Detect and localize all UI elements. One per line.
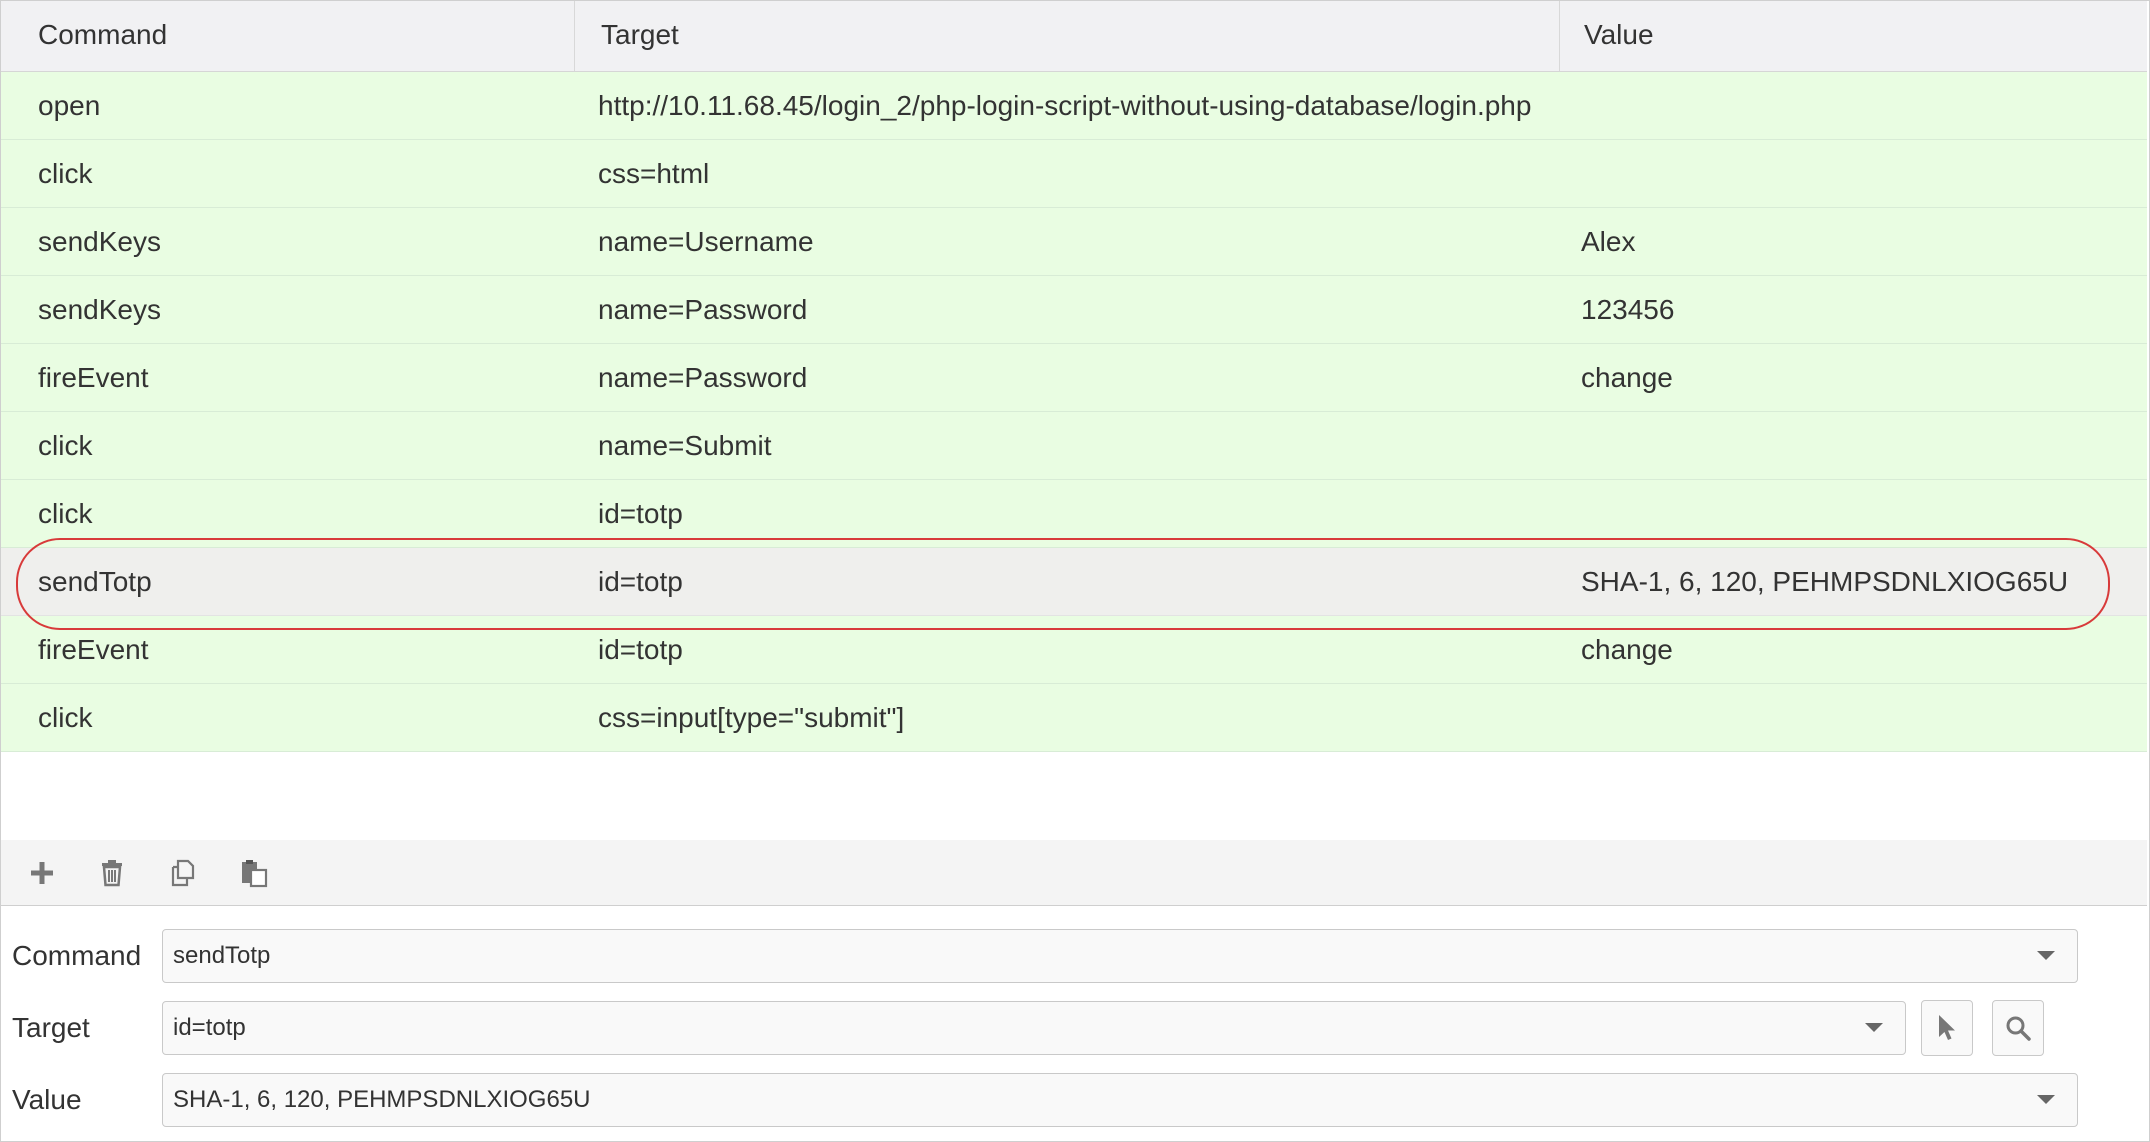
- cell-target: css=html: [598, 158, 710, 189]
- cell-command: sendKeys: [38, 226, 161, 257]
- cell-target: id=totp: [598, 566, 683, 597]
- cell-target: id=totp: [598, 498, 683, 529]
- command-toolbar: [1, 840, 2147, 906]
- command-table-body: open http://10.11.68.45/login_2/php-logi…: [1, 72, 2147, 752]
- cell-value: [1581, 72, 2141, 139]
- cell-command: fireEvent: [38, 362, 149, 393]
- target-field-label: Target: [12, 1012, 90, 1043]
- cell-command: click: [38, 430, 93, 461]
- header-command[interactable]: Command: [38, 1, 573, 71]
- find-target-button[interactable]: [1992, 1000, 2044, 1056]
- table-row[interactable]: fireEvent id=totp change: [1, 616, 2147, 684]
- cell-command: open: [38, 90, 101, 121]
- cell-target: name=Password: [598, 294, 808, 325]
- cell-value: 123456: [1581, 294, 1675, 325]
- cell-command: click: [38, 158, 93, 189]
- table-row[interactable]: click id=totp: [1, 480, 2147, 548]
- command-field-label: Command: [12, 940, 142, 971]
- cell-command: sendKeys: [38, 294, 161, 325]
- cell-command: click: [38, 498, 93, 529]
- cell-value: change: [1581, 362, 1673, 393]
- command-table-header: Command Target Value: [1, 1, 2147, 72]
- plus-icon[interactable]: [21, 852, 63, 894]
- table-row[interactable]: fireEvent name=Password change: [1, 344, 2147, 412]
- target-input[interactable]: [173, 1002, 1845, 1054]
- cell-target: name=Submit: [598, 430, 772, 461]
- command-input[interactable]: [173, 930, 2017, 982]
- cell-command: sendTotp: [38, 566, 152, 597]
- cell-value: SHA-1, 6, 120, PEHMPSDNLXIOG65U: [1581, 566, 2069, 597]
- cell-target: id=totp: [598, 634, 683, 665]
- cell-target: http://10.11.68.45/login_2/php-login-scr…: [598, 90, 1532, 121]
- cell-value: [1581, 140, 2141, 207]
- chevron-down-icon[interactable]: [2037, 1095, 2055, 1104]
- select-target-icon: [1939, 1015, 1955, 1040]
- chevron-down-icon[interactable]: [2037, 951, 2055, 960]
- cell-value: change: [1581, 634, 1673, 665]
- cell-command: click: [38, 702, 93, 733]
- cell-value: [1581, 412, 2141, 479]
- cell-target: name=Username: [598, 226, 814, 257]
- cell-target: name=Password: [598, 362, 808, 393]
- cell-command: fireEvent: [38, 634, 149, 665]
- cell-target: css=input[type="submit"]: [598, 702, 905, 733]
- cell-value: [1581, 684, 2141, 751]
- value-combobox[interactable]: [162, 1073, 2078, 1127]
- table-row[interactable]: click css=input[type="submit"]: [1, 684, 2147, 752]
- find-target-icon: [2006, 1016, 2031, 1041]
- table-row-selected[interactable]: sendTotp id=totp SHA-1, 6, 120, PEHMPSDN…: [1, 548, 2147, 616]
- paste-icon[interactable]: [233, 852, 275, 894]
- trash-icon[interactable]: [91, 852, 133, 894]
- select-target-button[interactable]: [1921, 1000, 1973, 1056]
- table-row[interactable]: open http://10.11.68.45/login_2/php-logi…: [1, 72, 2147, 140]
- table-row[interactable]: sendKeys name=Password 123456: [1, 276, 2147, 344]
- table-row[interactable]: click name=Submit: [1, 412, 2147, 480]
- cell-value: Alex: [1581, 226, 1636, 257]
- command-combobox[interactable]: [162, 929, 2078, 983]
- value-field-label: Value: [12, 1084, 82, 1115]
- copy-icon[interactable]: [163, 852, 205, 894]
- table-row[interactable]: click css=html: [1, 140, 2147, 208]
- table-row[interactable]: sendKeys name=Username Alex: [1, 208, 2147, 276]
- header-value[interactable]: Value: [1559, 1, 2147, 71]
- value-input[interactable]: [173, 1074, 2017, 1126]
- header-target[interactable]: Target: [574, 1, 1559, 71]
- target-combobox[interactable]: [162, 1001, 1906, 1055]
- chevron-down-icon[interactable]: [1865, 1023, 1883, 1032]
- cell-value: [1581, 480, 2141, 547]
